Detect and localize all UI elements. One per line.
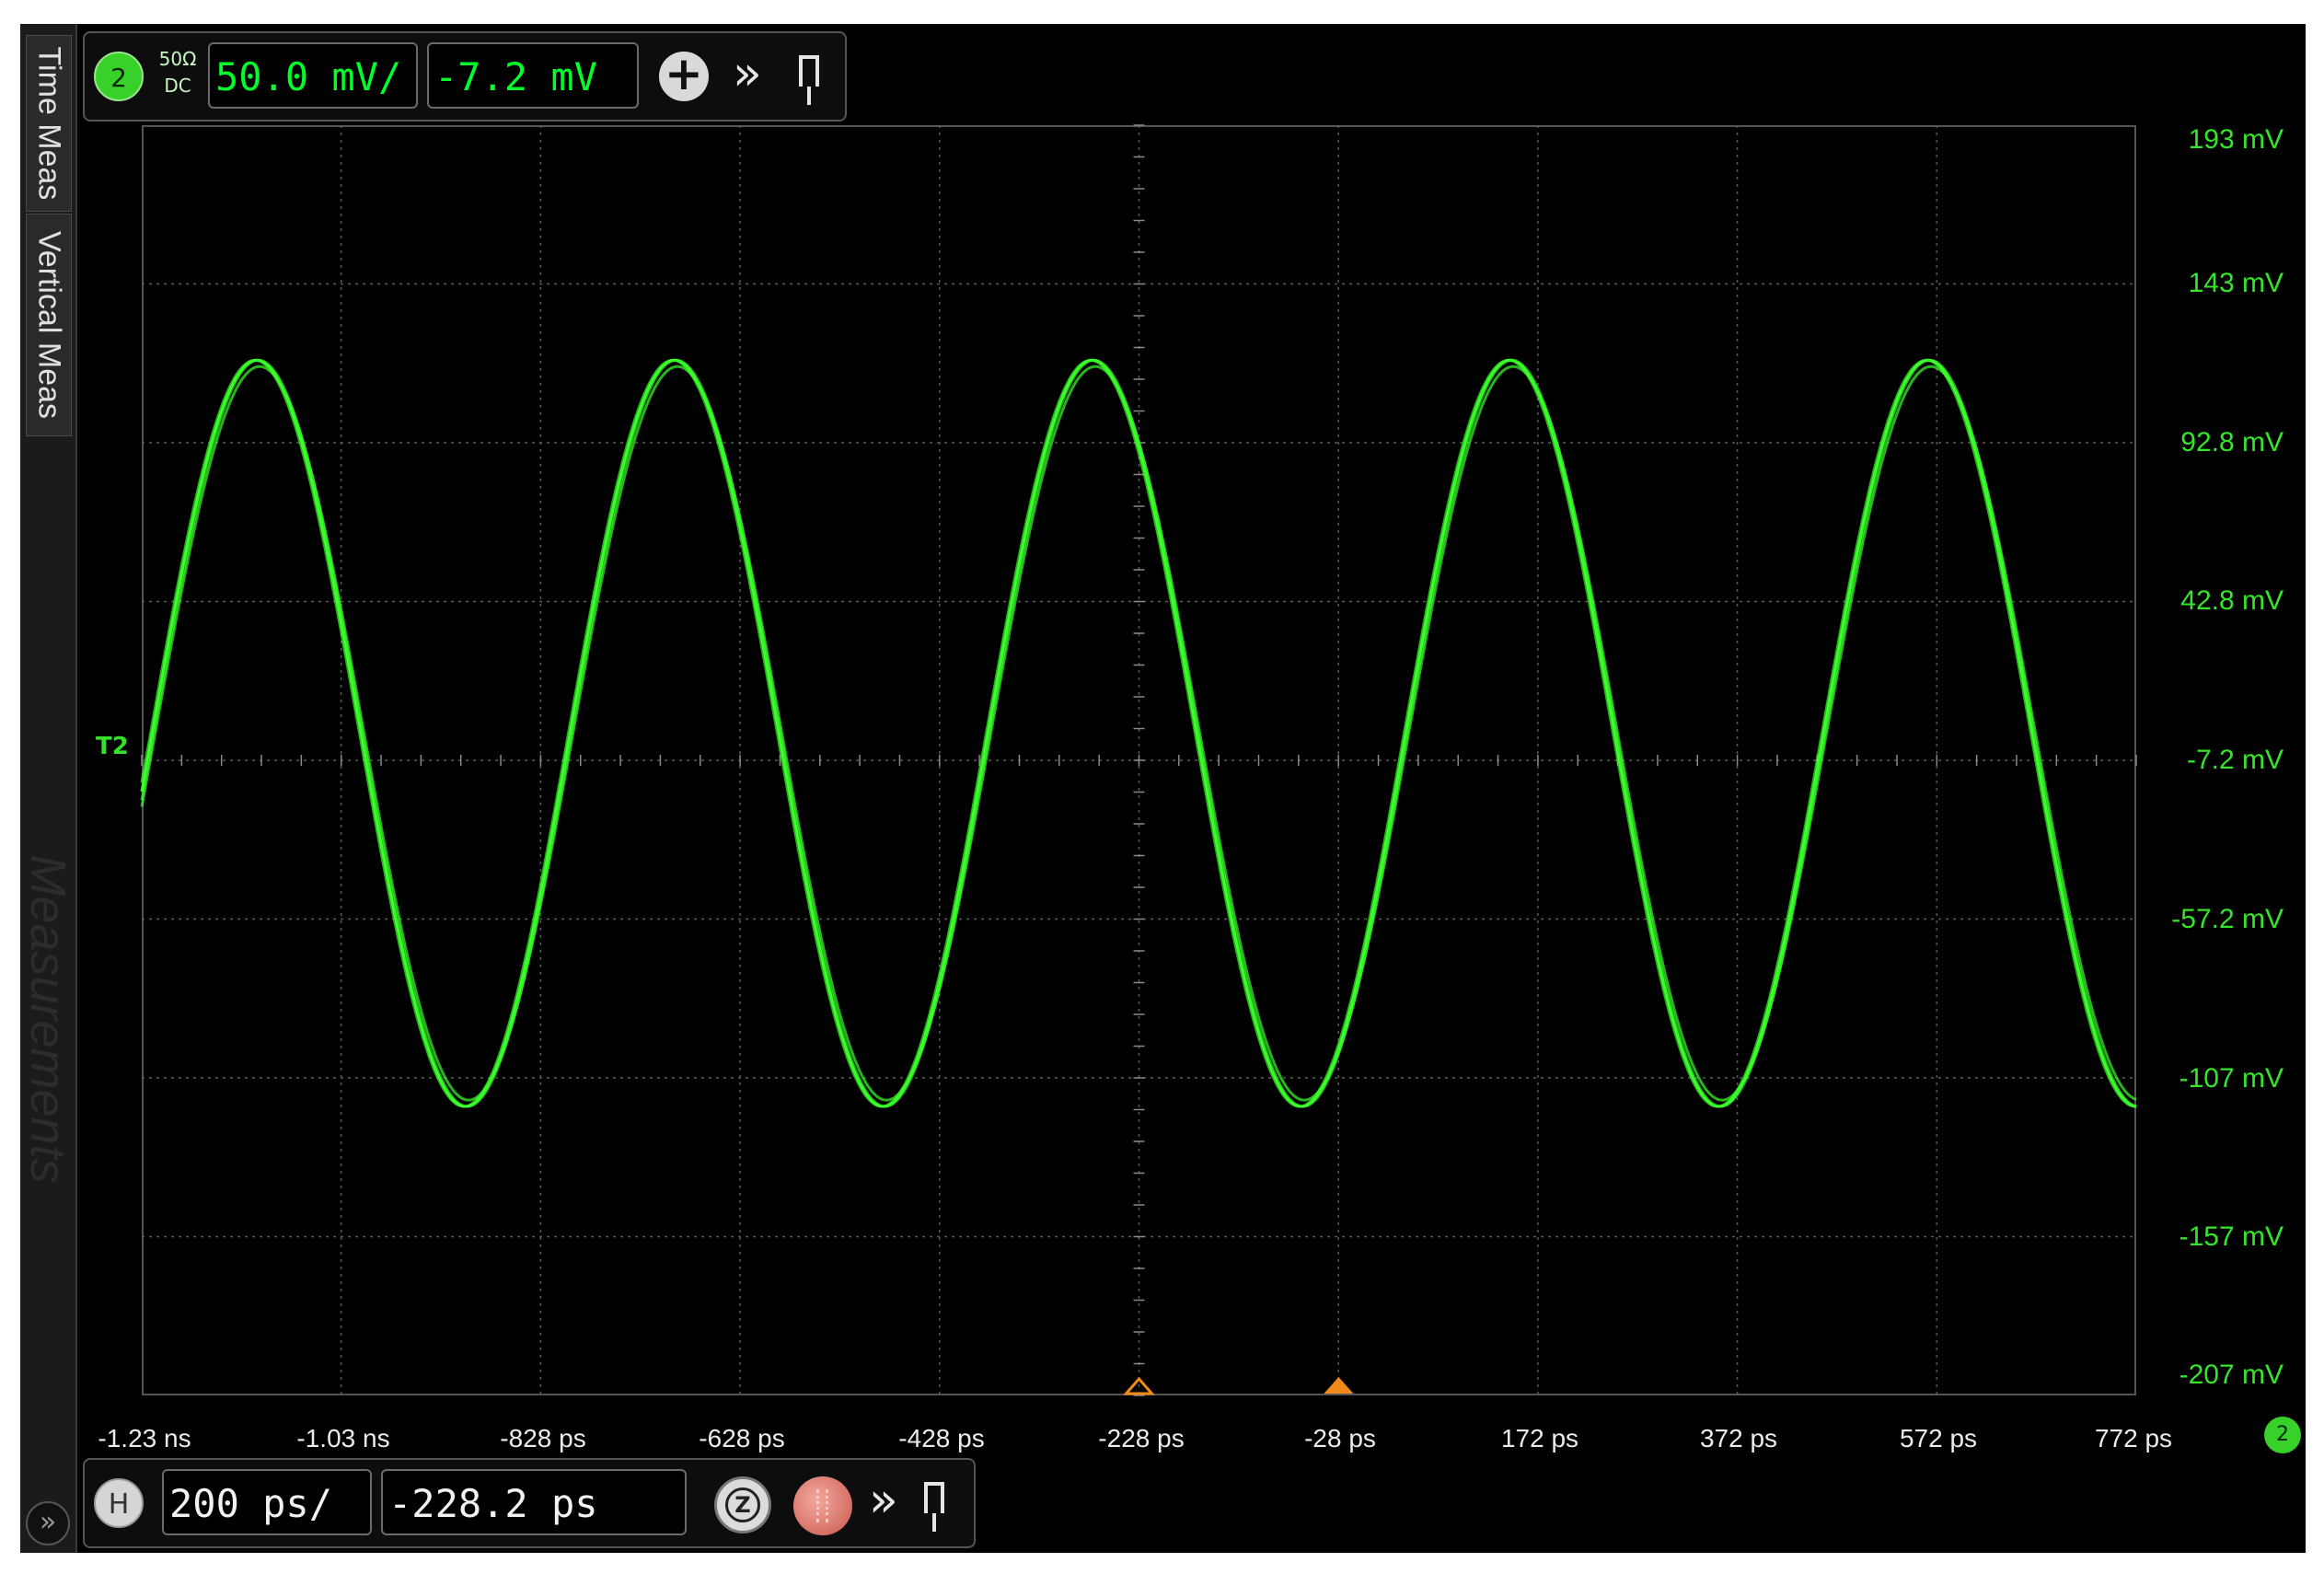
run-stop-button[interactable] [793,1476,852,1535]
y-tick-label: 42.8 mV [2180,585,2284,616]
y-tick-label: -107 mV [2179,1063,2284,1094]
waveform-plot [140,124,2137,1396]
x-tick-label: -428 ps [898,1424,985,1452]
x-tick-label: -1.23 ns [98,1424,191,1452]
x-tick-label: 572 ps [1899,1424,1978,1452]
horizontal-position-field[interactable]: -228.2 ps [381,1469,687,1535]
ground-reference-marker[interactable]: T2 [96,733,129,760]
y-tick-label: -57.2 mV [2171,904,2284,934]
x-tick-label: 772 ps [2094,1424,2173,1452]
y-tick-label: 143 mV [2188,268,2284,298]
x-tick-label: -628 ps [699,1424,785,1452]
x-tick-label: -1.03 ns [296,1424,390,1452]
y-tick-label: -157 mV [2179,1221,2284,1252]
double-chevron-right-icon: » [869,1473,898,1528]
x-tick-label: -228 ps [1098,1424,1185,1452]
horizontal-badge[interactable]: H [94,1478,144,1528]
trigger-position-marker [1324,1377,1354,1394]
y-tick-label: 193 mV [2188,124,2284,155]
zoom-button[interactable]: Z [714,1476,771,1533]
y-tick-label: -207 mV [2179,1360,2284,1390]
x-tick-label: 172 ps [1500,1424,1579,1452]
waveform-trace [140,365,2137,1102]
x-tick-label: 372 ps [1699,1424,1778,1452]
more-horizontal-options-button[interactable]: » [869,1473,898,1528]
timebase-field[interactable]: 200 ps/ [162,1469,372,1535]
channel-reference-badge[interactable]: 2 [2264,1417,2301,1453]
x-tick-label: -828 ps [500,1424,586,1452]
horizontal-toolbar: H 200 ps/ -228.2 ps Z » [83,1458,976,1548]
y-tick-label: 92.8 mV [2180,427,2284,457]
zoom-icon: Z [725,1487,760,1522]
x-tick-label: -28 ps [1304,1424,1376,1452]
y-tick-label: -7.2 mV [2186,745,2284,775]
oscilloscope-app: Time Meas Vertical Meas Measurements » 2… [20,24,2306,1553]
pin-icon[interactable] [924,1482,944,1532]
